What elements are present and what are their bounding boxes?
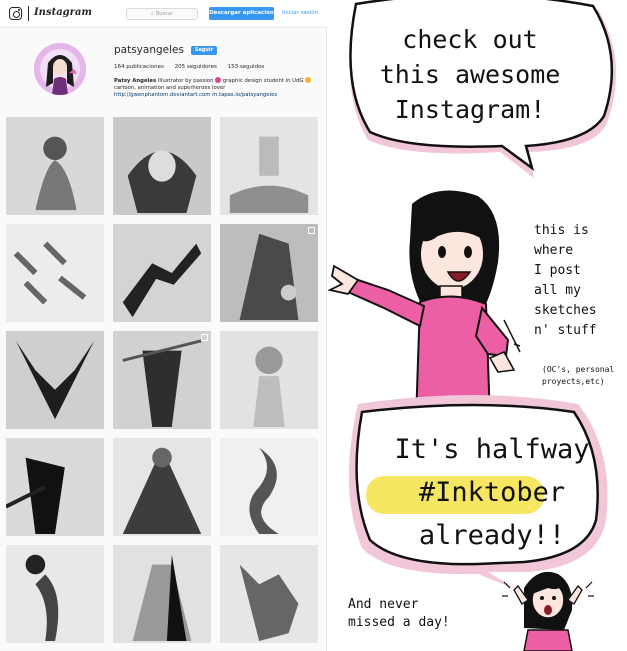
bubble-top-line-1: check out	[402, 25, 538, 54]
sketch-thumbnail	[253, 346, 285, 428]
smiley-emoji-icon	[305, 77, 312, 83]
download-app-button[interactable]: Descargar aplicación	[209, 7, 274, 20]
side-line-2: where	[534, 243, 574, 258]
bubble-top-line-2: this awesome	[379, 60, 561, 89]
post-15[interactable]	[220, 545, 318, 643]
instagram-camera-icon[interactable]	[9, 7, 22, 20]
bottom-caption: And never missed a day!	[348, 596, 508, 632]
bubble-bottom-text: It's halfway #Inktober already!!	[392, 428, 592, 557]
bottom-line-2: missed a day!	[348, 615, 450, 630]
sketch-thumbnail	[122, 243, 202, 318]
followers-count[interactable]: 205 seguidores	[175, 64, 217, 70]
sketch-thumbnail	[122, 339, 202, 428]
side-line-1: this is	[534, 223, 589, 238]
posts-count: 164 publicaciones	[114, 64, 164, 70]
post-7[interactable]	[6, 331, 104, 429]
search-input[interactable]: ⌕ Buscar	[126, 8, 198, 20]
bubble-bottom-line-2: #Inktober	[418, 477, 566, 508]
sketch-thumbnail	[6, 457, 65, 535]
bio-name: Patsy Angeles	[114, 78, 157, 84]
bio-link-deviantart[interactable]: http://gwenphantom.deviantart.com	[114, 92, 210, 98]
small-girl-illustration	[502, 571, 594, 651]
post-3[interactable]	[220, 117, 318, 215]
follow-button[interactable]: Seguir	[191, 46, 217, 55]
flower-emoji-icon	[215, 77, 222, 83]
sketch-thumbnail	[15, 340, 95, 420]
search-placeholder: Buscar	[155, 11, 173, 17]
post-13[interactable]	[6, 545, 104, 643]
sketch-thumbnail	[249, 447, 279, 535]
bubble-bottom-line-1: It's halfway	[394, 434, 590, 465]
post-9[interactable]	[220, 331, 318, 429]
bottom-line-1: And never	[348, 597, 419, 612]
post-10[interactable]	[6, 438, 104, 536]
profile-stats: 164 publicaciones 205 seguidores 153 seg…	[114, 64, 273, 70]
side-line-3: I post	[534, 263, 581, 278]
girl-character-illustration	[328, 190, 521, 421]
bubble-top-text: check out this awesome Instagram!	[370, 22, 570, 127]
sketch-thumbnail	[132, 554, 192, 642]
multiple-images-icon	[201, 334, 208, 341]
post-14[interactable]	[113, 545, 211, 643]
instagram-profile-panel: Instagram ⌕ Buscar Descargar aplicación I…	[0, 0, 327, 651]
post-11[interactable]	[113, 438, 211, 536]
profile-bio: Patsy Angeles Illustrator by passion gra…	[114, 77, 324, 99]
sketch-thumbnail	[122, 447, 202, 535]
bio-text-1b: graphic design student in UdG	[222, 78, 304, 84]
side-caption: this is where I post all my sketches n' …	[534, 221, 624, 341]
post-2[interactable]	[113, 117, 211, 215]
bubble-bottom-line-3: already!!	[418, 520, 566, 551]
side-line-6: n' stuff	[534, 323, 597, 338]
side-note: (OC's, personal proyects,etc)	[542, 364, 626, 388]
avatar[interactable]	[34, 43, 86, 95]
instagram-wordmark[interactable]: Instagram	[34, 7, 92, 18]
side-line-4: all my	[534, 283, 581, 298]
post-6[interactable]	[220, 224, 318, 322]
login-link[interactable]: Iniciar sesión	[282, 7, 318, 20]
side-line-5: sketches	[534, 303, 597, 318]
bio-text-1: Illustrator by passion	[157, 78, 214, 84]
sketch-thumbnail	[239, 564, 299, 642]
post-8[interactable]	[113, 331, 211, 429]
side-note-line-1: (OC's, personal	[542, 365, 615, 374]
sketch-thumbnail	[25, 554, 59, 642]
side-note-line-2: proyects,etc)	[542, 377, 605, 386]
post-12[interactable]	[220, 438, 318, 536]
bio-text-2: cartoon, animation and superheroes lover	[114, 85, 226, 91]
instagram-topbar: Instagram ⌕ Buscar Descargar aplicación I…	[0, 0, 327, 28]
sketch-thumbnail	[127, 150, 197, 214]
sketch-thumbnail	[13, 241, 87, 305]
bubble-top-line-3: Instagram!	[394, 95, 546, 124]
comic-panel: check out this awesome Instagram! this i…	[328, 0, 627, 651]
profile-username: patsyangeles	[114, 44, 184, 56]
post-4[interactable]	[6, 224, 104, 322]
multiple-images-icon	[308, 227, 315, 234]
post-1[interactable]	[6, 117, 104, 215]
following-count[interactable]: 153 seguidos	[228, 64, 265, 70]
sketch-thumbnail	[229, 136, 309, 214]
search-icon: ⌕	[151, 11, 154, 17]
logo-divider	[28, 6, 29, 21]
sketch-thumbnail	[35, 136, 77, 211]
bio-link-tapas[interactable]: m.tapas.io/patsyangeles	[212, 92, 277, 98]
post-5[interactable]	[113, 224, 211, 322]
sketch-thumbnail	[239, 233, 299, 321]
